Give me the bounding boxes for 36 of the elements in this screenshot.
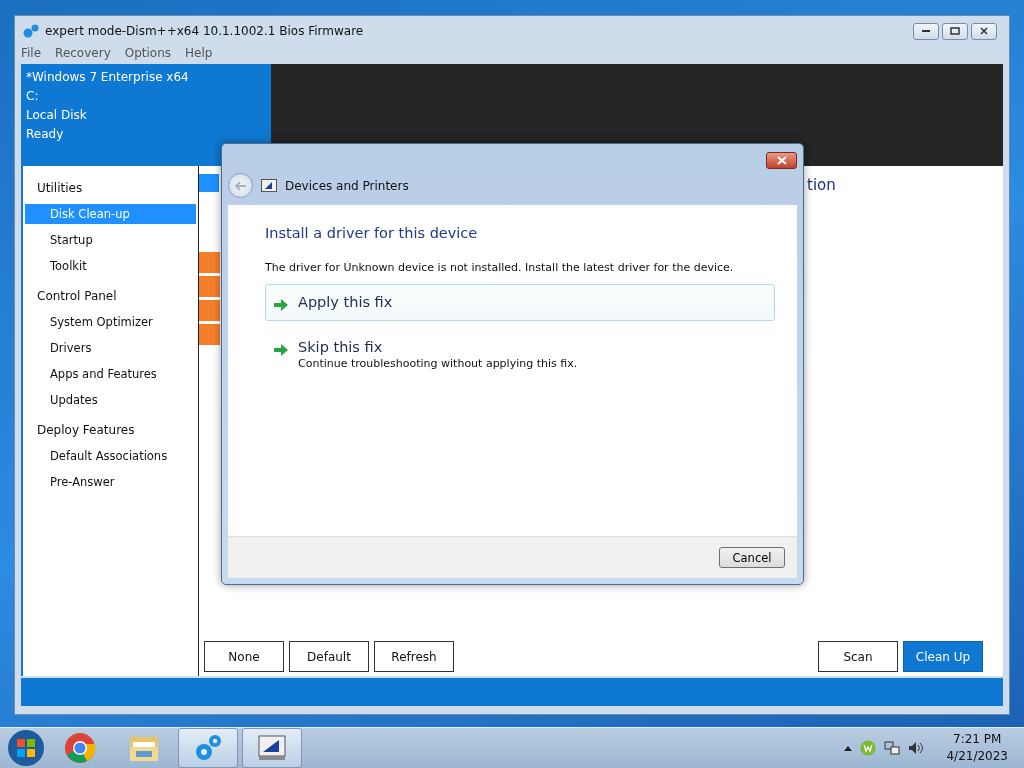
dialog-heading: Install a driver for this device: [265, 225, 479, 241]
sidebar-item[interactable]: Toolkit: [25, 256, 196, 276]
sidebar-group-label: Control Panel: [36, 288, 118, 305]
option-button[interactable]: Default: [289, 641, 369, 672]
sidebar-item[interactable]: Drivers: [25, 338, 196, 358]
menu-item[interactable]: Help: [185, 46, 213, 64]
option-button[interactable]: None: [204, 641, 284, 672]
menu-item[interactable]: File: [21, 46, 42, 64]
clean-up-button[interactable]: Clean Up: [903, 641, 983, 672]
fix-option[interactable]: Skip this fix Continue troubleshooting without applying this fix.: [265, 329, 775, 380]
menu-item[interactable]: Options: [124, 46, 172, 64]
menu-item[interactable]: Recovery: [55, 46, 111, 64]
sidebar-item[interactable]: System Optimizer: [25, 312, 196, 332]
fix-option[interactable]: Apply this fix: [265, 284, 775, 321]
sidebar-item[interactable]: Startup: [25, 230, 196, 250]
sidebar-item[interactable]: Pre-Answer: [25, 472, 196, 492]
info-text: Ready: [26, 127, 65, 142]
info-text: *Windows 7 Enterprise x64: [26, 70, 190, 85]
sidebar-item[interactable]: Updates: [25, 390, 196, 410]
info-text: Local Disk: [26, 108, 88, 123]
section-heading: tion: [807, 176, 836, 194]
sidebar-item[interactable]: Default Associations: [25, 446, 196, 466]
option-label: Skip this fix: [298, 339, 384, 355]
dialog-title: Devices and Printers: [285, 178, 409, 193]
info-text: C:: [26, 89, 40, 104]
sidebar-item[interactable]: Apps and Features: [25, 364, 196, 384]
scan-button[interactable]: Scan: [818, 641, 898, 672]
option-button[interactable]: Refresh: [374, 641, 454, 672]
dialog-message: The driver for Unknown device is not installed. Install the latest driver for the device.: [265, 261, 735, 274]
window-title: expert mode-Dism++x64 10.1.1002.1 Bios Firmware: [45, 24, 364, 38]
option-label: Apply this fix: [298, 294, 393, 310]
option-description: Continue troubleshooting without applying this fix.: [298, 357, 578, 370]
sidebar-group-label: Deploy Features: [36, 422, 136, 439]
sidebar-group-label: Utilities: [36, 180, 84, 197]
clock[interactable]: 7:21 PM 4/21/2023: [932, 731, 1018, 765]
cancel-button[interactable]: Cancel: [719, 547, 785, 568]
